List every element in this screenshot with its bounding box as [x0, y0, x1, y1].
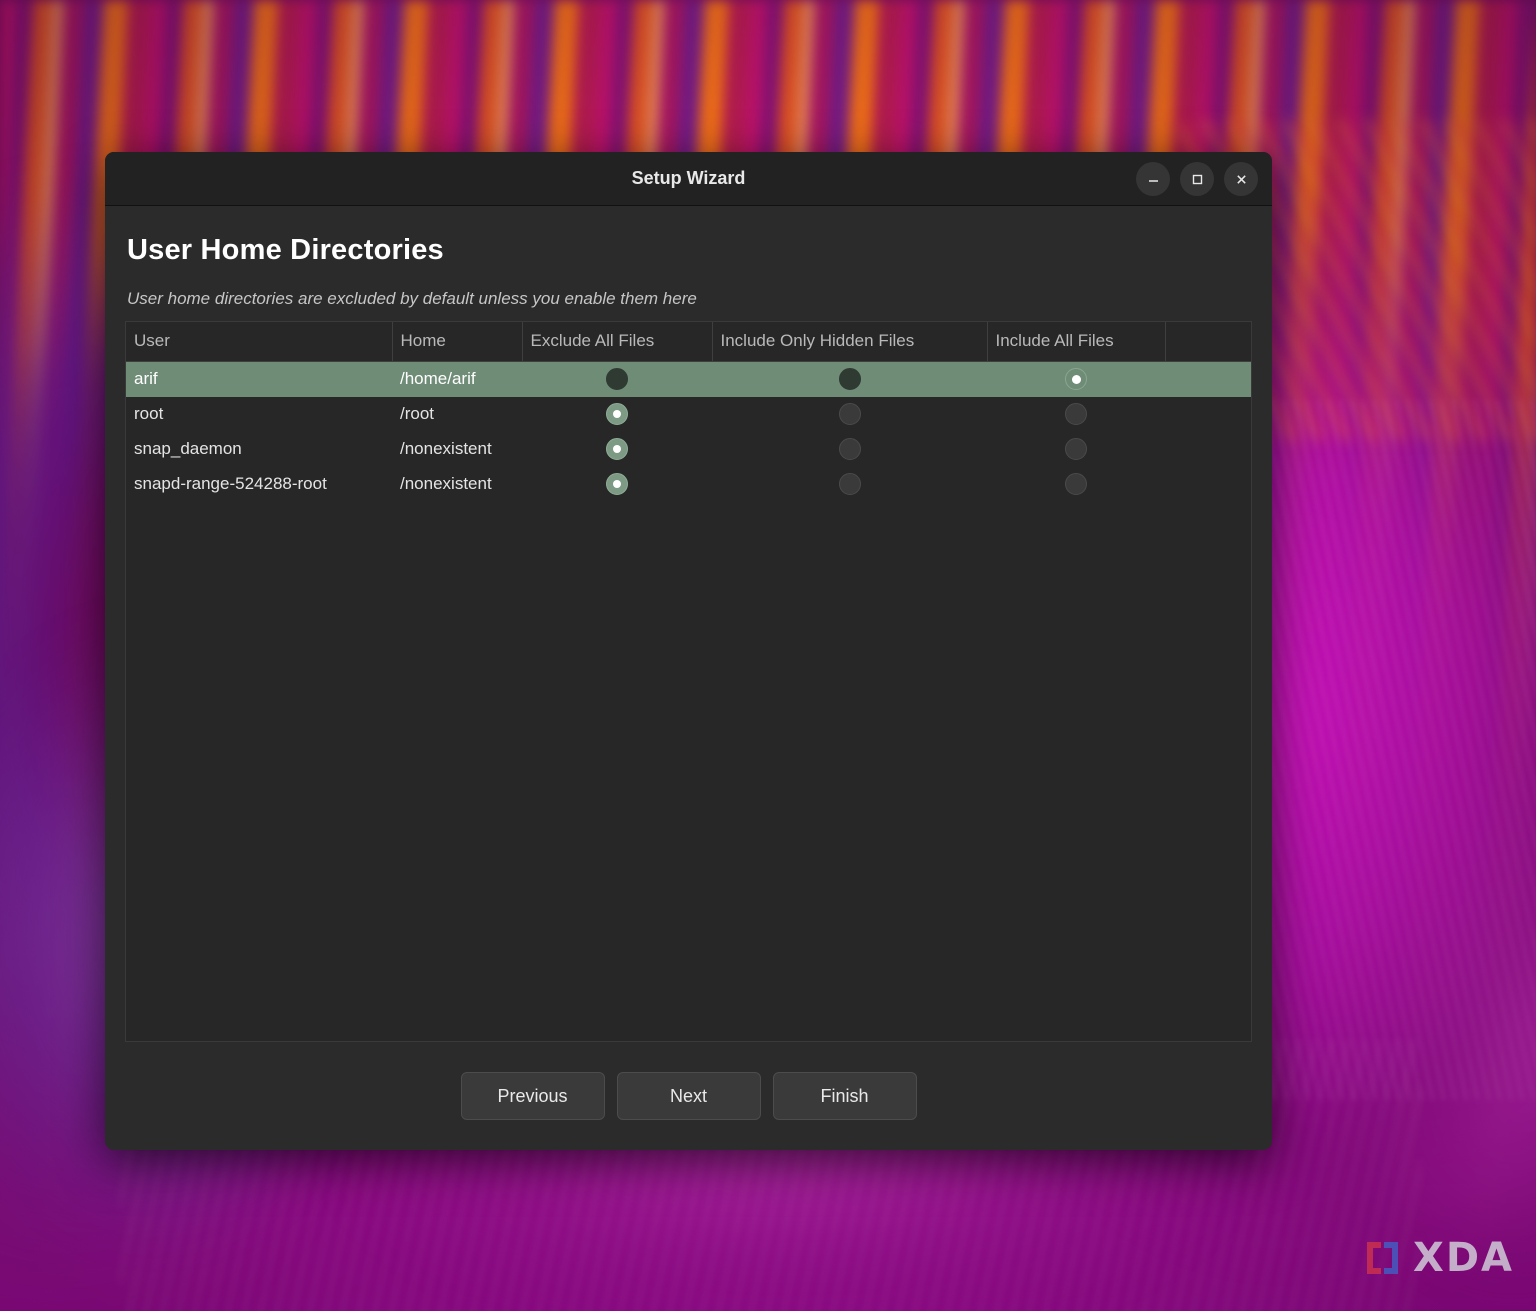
cell-home: /home/arif	[392, 362, 522, 397]
radio-hidden[interactable]	[839, 368, 861, 390]
minimize-button[interactable]	[1136, 162, 1170, 196]
cell-spacer	[1165, 397, 1251, 432]
table-body: arif/home/arifroot/rootsnap_daemon/nonex…	[126, 362, 1251, 502]
radio-exclude[interactable]	[606, 403, 628, 425]
cell-hidden	[712, 397, 987, 432]
table-row[interactable]: snap_daemon/nonexistent	[126, 432, 1251, 467]
radio-hidden[interactable]	[839, 403, 861, 425]
column-header-user[interactable]: User	[126, 322, 392, 362]
cell-home: /root	[392, 397, 522, 432]
window-title: Setup Wizard	[632, 168, 746, 189]
cell-all	[987, 397, 1165, 432]
radio-exclude[interactable]	[606, 438, 628, 460]
xda-wordmark: XDA	[1413, 1235, 1514, 1281]
cell-hidden	[712, 467, 987, 502]
column-header-include-only-hidden-files[interactable]: Include Only Hidden Files	[712, 322, 987, 362]
page-title: User Home Directories	[127, 234, 1252, 267]
radio-all[interactable]	[1065, 403, 1087, 425]
cell-user: root	[126, 397, 392, 432]
cell-hidden	[712, 432, 987, 467]
column-header-exclude-all-files[interactable]: Exclude All Files	[522, 322, 712, 362]
column-header-include-all-files[interactable]: Include All Files	[987, 322, 1165, 362]
page-subtitle: User home directories are excluded by de…	[127, 289, 1252, 309]
cell-home: /nonexistent	[392, 467, 522, 502]
cell-spacer	[1165, 362, 1251, 397]
window-content: User Home Directories User home director…	[105, 206, 1272, 1150]
next-button[interactable]: Next	[617, 1072, 761, 1120]
cell-spacer	[1165, 432, 1251, 467]
maximize-button[interactable]	[1180, 162, 1214, 196]
window-titlebar: Setup Wizard	[105, 152, 1272, 206]
xda-bracket-icon	[1364, 1238, 1404, 1278]
radio-exclude[interactable]	[606, 368, 628, 390]
cell-exclude	[522, 362, 712, 397]
cell-user: snap_daemon	[126, 432, 392, 467]
xda-watermark: XDA	[1364, 1235, 1514, 1281]
previous-button[interactable]: Previous	[461, 1072, 605, 1120]
radio-hidden[interactable]	[839, 473, 861, 495]
cell-all	[987, 432, 1165, 467]
cell-home: /nonexistent	[392, 432, 522, 467]
directories-grid: User Home Exclude All Files Include Only…	[126, 322, 1251, 502]
cell-user: arif	[126, 362, 392, 397]
cell-exclude	[522, 467, 712, 502]
radio-all[interactable]	[1065, 473, 1087, 495]
maximize-icon	[1191, 173, 1204, 186]
radio-hidden[interactable]	[839, 438, 861, 460]
close-icon	[1235, 173, 1248, 186]
radio-exclude[interactable]	[606, 473, 628, 495]
table-row[interactable]: root/root	[126, 397, 1251, 432]
user-home-directories-table: User Home Exclude All Files Include Only…	[125, 321, 1252, 1042]
table-row[interactable]: snapd-range-524288-root/nonexistent	[126, 467, 1251, 502]
table-row[interactable]: arif/home/arif	[126, 362, 1251, 397]
radio-all[interactable]	[1065, 368, 1087, 390]
setup-wizard-window: Setup Wizard	[105, 152, 1272, 1150]
table-header: User Home Exclude All Files Include Only…	[126, 322, 1251, 362]
cell-user: snapd-range-524288-root	[126, 467, 392, 502]
column-header-spacer	[1165, 322, 1251, 362]
wizard-footer: Previous Next Finish	[125, 1042, 1252, 1150]
radio-all[interactable]	[1065, 438, 1087, 460]
cell-exclude	[522, 432, 712, 467]
window-controls	[1136, 152, 1258, 206]
finish-button[interactable]: Finish	[773, 1072, 917, 1120]
close-button[interactable]	[1224, 162, 1258, 196]
cell-all	[987, 362, 1165, 397]
cell-spacer	[1165, 467, 1251, 502]
cell-exclude	[522, 397, 712, 432]
cell-hidden	[712, 362, 987, 397]
column-header-home[interactable]: Home	[392, 322, 522, 362]
desktop-wallpaper: Setup Wizard	[0, 0, 1536, 1311]
table-header-row: User Home Exclude All Files Include Only…	[126, 322, 1251, 362]
minimize-icon	[1147, 173, 1160, 186]
cell-all	[987, 467, 1165, 502]
